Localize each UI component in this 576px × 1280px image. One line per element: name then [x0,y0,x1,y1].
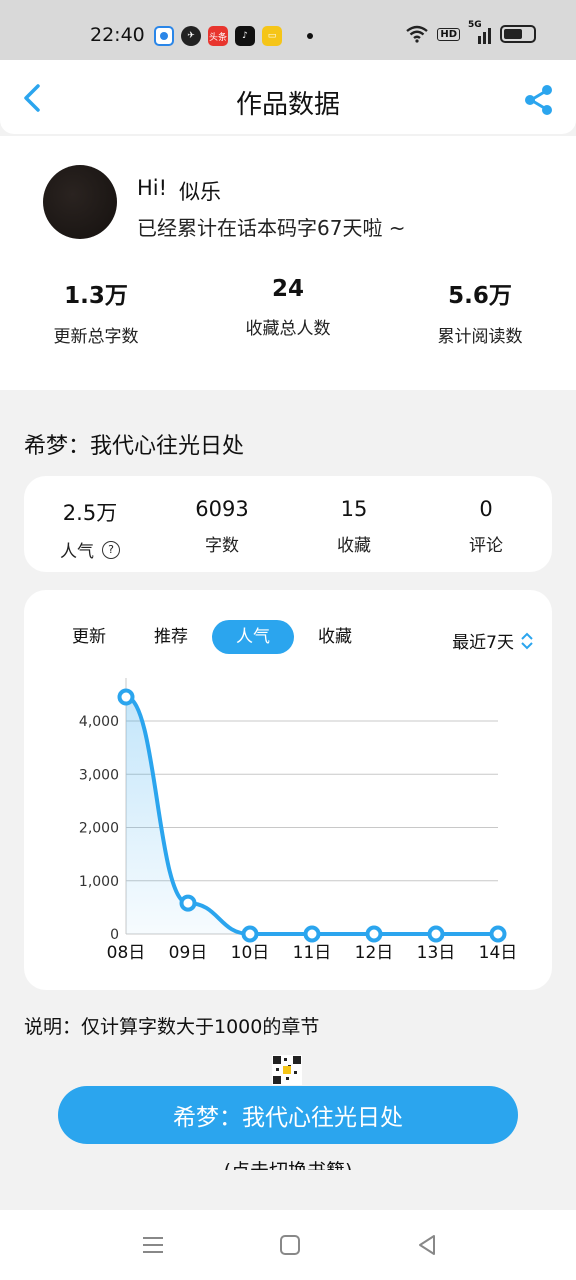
y-tick-label: 0 [110,927,119,943]
share-icon[interactable] [522,84,554,116]
stat-label: 收藏总人数 [245,319,331,339]
writing-days-text: 已经累计在话本码字67天啦 ~ [137,216,406,240]
greeting-hi: Hi! [137,176,168,200]
avatar[interactable] [43,165,117,239]
profile-panel: Hi! 似乐 已经累计在话本码字67天啦 ~ 1.3万 更新总字数 24 收藏总… [0,136,576,390]
stat-label: 人气 [60,542,94,562]
qr-code-icon [272,1055,302,1085]
stat-value: 1.3万 [64,283,128,309]
battery-icon [500,25,536,43]
back-triangle-icon[interactable] [414,1232,440,1258]
hd-indicator: HD [437,27,460,41]
stat-label-row: 人气 ? [60,537,120,562]
toutiao-app-icon: 头条 [208,26,228,46]
stat-value: 5.6万 [448,283,512,309]
home-icon[interactable] [277,1232,303,1258]
greeting: Hi! 似乐 [137,176,221,206]
system-nav-bar [0,1210,576,1280]
data-point [365,925,383,943]
x-tick-label: 13日 [417,943,456,963]
book-stat-favorites: 15 收藏 [288,476,420,572]
author-stats: 1.3万 更新总字数 24 收藏总人数 5.6万 累计阅读数 [0,276,576,347]
page-title: 作品数据 [235,90,340,120]
book-stat-popularity: 2.5万 人气 ? [24,476,156,572]
stat-total-reads: 5.6万 累计阅读数 [384,276,576,347]
data-point [117,688,135,706]
popularity-line-chart: 0 1,000 2,000 3,000 4,000 08日 09日 10日 11日 12日 13日 1… [79,678,518,963]
book-stat-comments: 0 评论 [420,476,552,572]
data-point [179,894,197,912]
stat-value: 2.5万 [62,501,118,525]
stat-value: 6093 [195,497,249,521]
author-name: 似乐 [179,180,222,204]
data-point [241,925,259,943]
network-label: 5G [468,20,482,30]
target-app-icon [154,26,174,46]
trend-chart-card: 更新 推荐 人气 收藏 最近7天 0 1,000 2,000 3,000 4,000 08… [24,590,552,990]
switch-book-hint[interactable]: (点击切换书籍) [0,1160,576,1170]
x-tick-label: 10日 [231,943,270,963]
signal-icon: 5G [468,20,492,44]
stat-value: 24 [271,276,304,302]
header-bar: 作品数据 [0,60,576,134]
stat-label: 更新总字数 [53,327,139,347]
battery-level [504,29,523,39]
bird-app-icon: ✈ [181,26,201,46]
y-tick-label: 4,000 [79,714,119,730]
stat-label: 收藏 [337,536,371,556]
status-app-icons: ✈ 头条 ♪ ▭ [154,26,313,46]
stat-total-favorites: 24 收藏总人数 [192,276,384,347]
data-point [427,925,445,943]
y-tick-label: 2,000 [79,821,119,837]
status-indicators: HD 5G [405,20,536,44]
y-tick-label: 1,000 [79,874,119,890]
book-stat-words: 6093 字数 [156,476,288,572]
data-point [303,925,321,943]
x-tick-label: 11日 [293,943,332,963]
stat-label: 累计阅读数 [437,327,523,347]
x-tick-label: 14日 [479,943,518,963]
switch-book-hint-text: (点击切换书籍) [0,1160,576,1170]
book-stats-card: 2.5万 人气 ? 6093 字数 15 收藏 0 评论 [24,476,552,572]
y-tick-label: 3,000 [79,767,119,783]
status-time: 22:40 [90,24,145,46]
notification-dot [307,33,313,39]
chart-note: 说明：仅计算字数大于1000的章节 [24,1016,320,1038]
x-tick-label: 09日 [169,943,208,963]
tiktok-app-icon: ♪ [235,26,255,46]
book-title: 希梦：我代心往光日处 [24,434,245,459]
wifi-icon [406,25,429,43]
switch-book-button[interactable]: 希梦：我代心往光日处 [58,1086,518,1144]
stat-label: 字数 [205,536,239,556]
book-app-icon: ▭ [262,26,282,46]
stat-label: 评论 [469,536,503,556]
stat-total-words: 1.3万 更新总字数 [0,276,192,347]
x-tick-label: 08日 [107,943,146,963]
status-bar: 22:40 ✈ 头条 ♪ ▭ HD 5G [0,0,576,60]
data-point [489,925,507,943]
help-icon[interactable]: ? [102,540,120,559]
stat-value: 15 [340,497,368,521]
x-tick-label: 12日 [355,943,394,963]
stat-value: 0 [479,497,493,521]
menu-icon[interactable] [140,1232,166,1258]
